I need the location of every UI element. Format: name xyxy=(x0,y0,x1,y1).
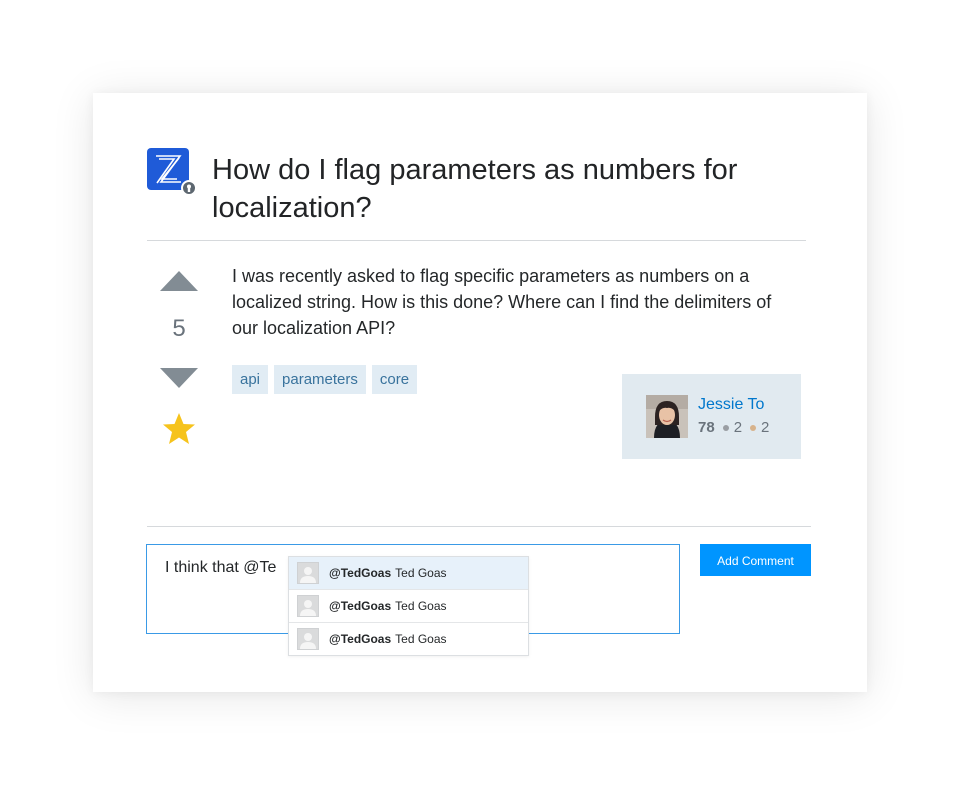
title-divider xyxy=(147,240,806,241)
downvote-arrow-icon[interactable] xyxy=(160,368,198,388)
mention-suggestion-item[interactable]: @TedGoas Ted Goas xyxy=(289,590,528,623)
default-avatar-icon xyxy=(297,628,319,650)
mention-suggestion-item[interactable]: @TedGoas Ted Goas xyxy=(289,623,528,655)
mention-name: Ted Goas xyxy=(395,566,447,580)
bronze-badge-icon xyxy=(750,424,757,431)
silver-badge-icon xyxy=(722,424,729,431)
tag-list: api parameters core xyxy=(232,365,418,394)
site-logo-icon xyxy=(147,148,197,196)
author-stats: 78 2 2 xyxy=(698,419,769,436)
question-card: How do I flag parameters as numbers for … xyxy=(93,93,867,692)
mention-handle: @TedGoas xyxy=(329,566,392,580)
upvote-arrow-icon[interactable] xyxy=(160,271,198,291)
comment-input-value: I think that @Te xyxy=(165,559,277,576)
favorite-star-icon[interactable] xyxy=(161,411,199,447)
tag-core[interactable]: core xyxy=(371,365,418,394)
mention-handle: @TedGoas xyxy=(329,632,392,646)
mention-handle: @TedGoas xyxy=(329,599,392,613)
default-avatar-icon xyxy=(297,562,319,584)
mention-name: Ted Goas xyxy=(395,599,447,613)
tag-api[interactable]: api xyxy=(232,365,269,394)
avatar[interactable] xyxy=(646,395,688,438)
mention-name: Ted Goas xyxy=(395,632,447,646)
bronze-badge-count: 2 xyxy=(761,419,770,436)
mention-suggestion-item[interactable]: @TedGoas Ted Goas xyxy=(289,557,528,590)
reputation-score: 78 xyxy=(698,419,715,436)
comment-divider xyxy=(147,526,811,527)
author-card: Jessie To 78 2 2 xyxy=(622,374,801,459)
question-body: I was recently asked to flag specific pa… xyxy=(232,266,772,338)
tag-parameters[interactable]: parameters xyxy=(274,365,366,394)
author-name-link[interactable]: Jessie To xyxy=(698,396,764,414)
vote-count: 5 xyxy=(172,315,186,342)
add-comment-button[interactable]: Add Comment xyxy=(700,544,811,576)
mention-suggestions-dropdown: @TedGoas Ted Goas @TedGoas Ted Goas @Ted… xyxy=(288,556,529,656)
default-avatar-icon xyxy=(297,595,319,617)
question-title: How do I flag parameters as numbers for … xyxy=(212,154,738,224)
silver-badge-count: 2 xyxy=(733,419,743,436)
